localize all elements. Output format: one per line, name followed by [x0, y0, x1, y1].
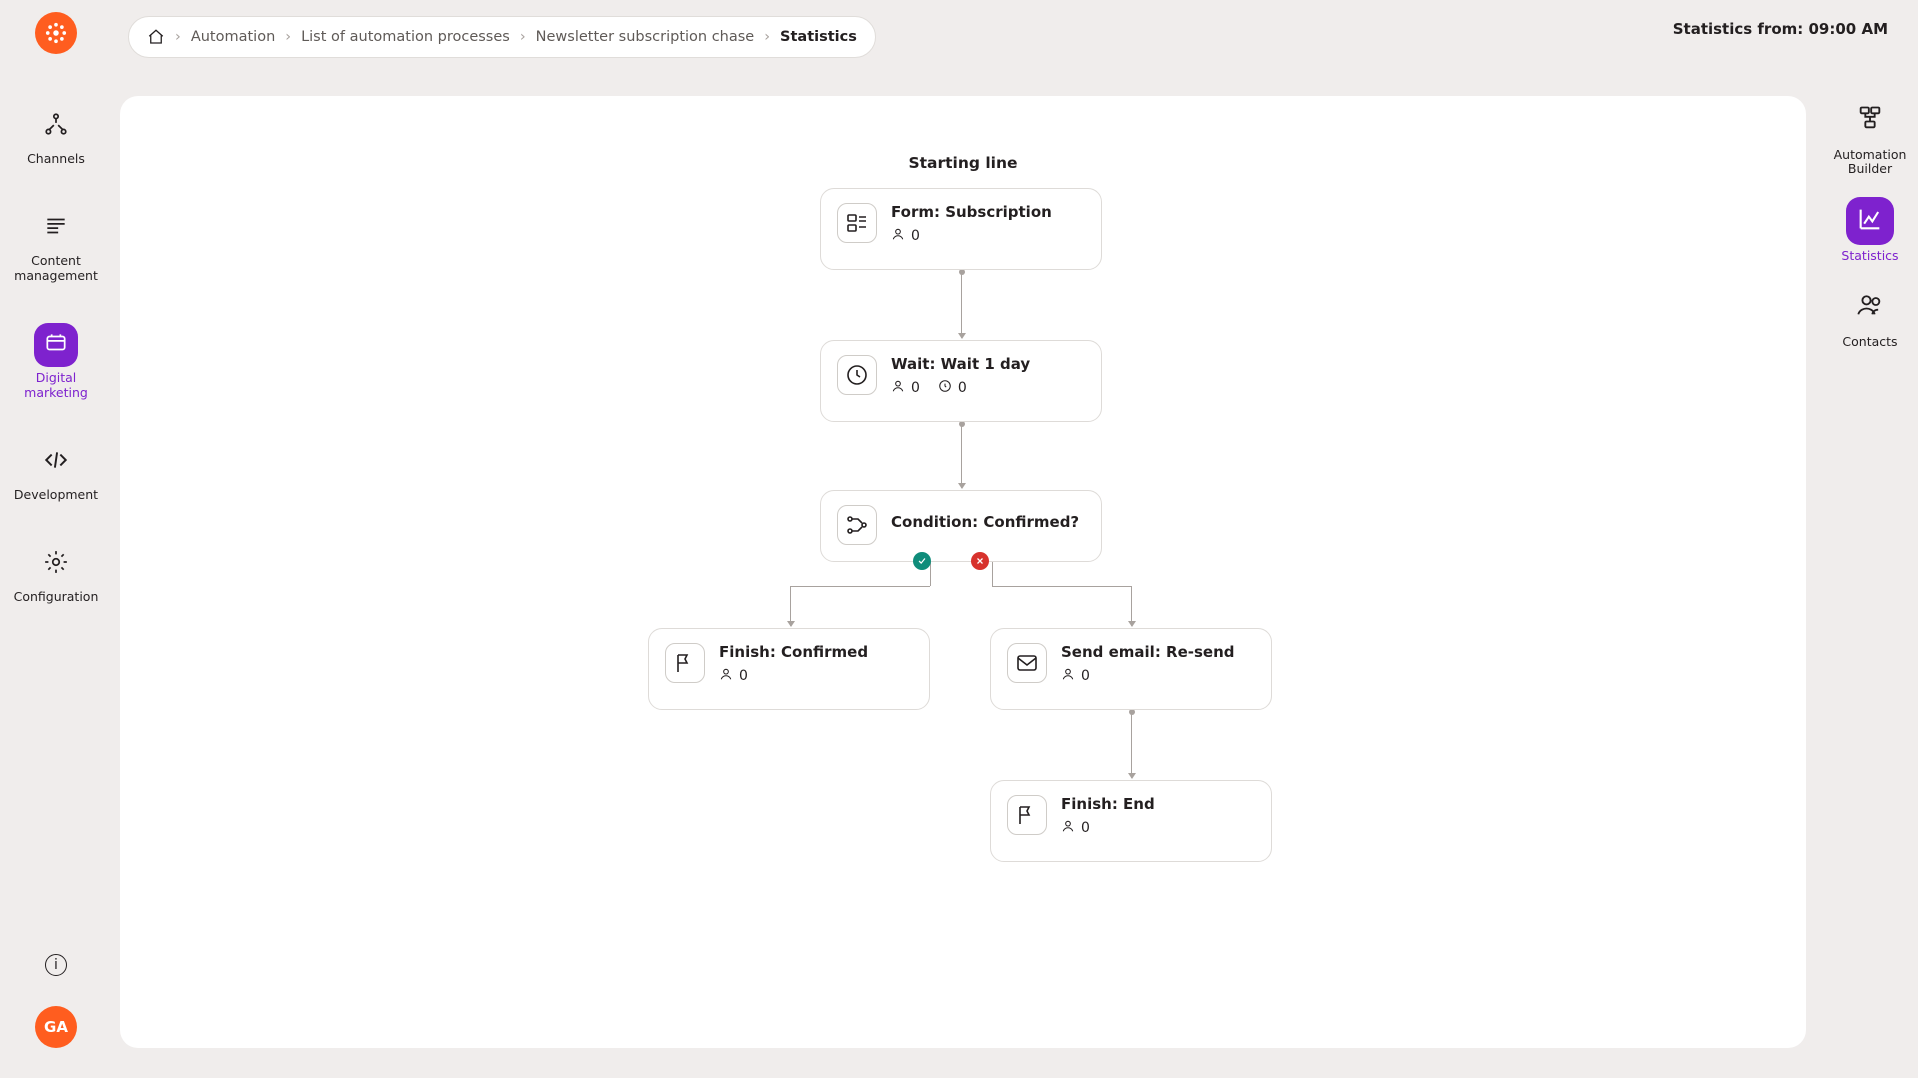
step-finish-confirmed[interactable]: Finish: Confirmed 0 — [648, 628, 930, 710]
step-people-count: 0 — [911, 380, 920, 396]
statistics-from-label: Statistics from: 09:00 AM — [1673, 20, 1888, 38]
chevron-right-icon: › — [520, 29, 526, 45]
step-wait[interactable]: Wait: Wait 1 day 0 0 — [820, 340, 1102, 422]
nav-development[interactable]: Development — [11, 430, 101, 514]
crumb-automation[interactable]: Automation — [191, 29, 275, 45]
app-logo[interactable] — [35, 12, 77, 54]
gear-icon — [43, 549, 69, 579]
crumb-list[interactable]: List of automation processes — [301, 29, 510, 45]
person-icon — [1061, 667, 1075, 685]
contacts-icon — [1856, 291, 1884, 323]
nav-dev-label: Development — [14, 488, 98, 502]
step-title: Form: Subscription — [891, 203, 1085, 221]
connector — [1131, 712, 1132, 778]
starting-line-label: Starting line — [908, 154, 1017, 172]
digital-marketing-icon — [43, 330, 69, 360]
flag-icon — [1007, 795, 1047, 835]
tab-statistics[interactable]: Statistics — [1828, 197, 1912, 263]
step-waiting-count: 0 — [958, 380, 967, 396]
connector — [1131, 586, 1132, 626]
step-title: Send email: Re-send — [1061, 643, 1255, 661]
person-icon — [1061, 819, 1075, 837]
tab-contacts[interactable]: Contacts — [1828, 283, 1912, 349]
person-icon — [719, 667, 733, 685]
nav-configuration[interactable]: Configuration — [11, 532, 101, 616]
tab-automation-builder[interactable]: Automation Builder — [1828, 96, 1912, 177]
mail-icon — [1007, 643, 1047, 683]
connector — [961, 272, 962, 338]
chevron-right-icon: › — [285, 29, 291, 45]
connector — [992, 562, 993, 586]
person-icon — [891, 227, 905, 245]
branch-icon — [837, 505, 877, 545]
clock-icon — [837, 355, 877, 395]
nav-channels-label: Channels — [27, 152, 85, 166]
flow-canvas[interactable]: Starting line Form: Subscription 0 Wai — [120, 96, 1806, 1048]
chevron-right-icon: › — [764, 29, 770, 45]
step-form[interactable]: Form: Subscription 0 — [820, 188, 1102, 270]
step-people-count: 0 — [1081, 668, 1090, 684]
step-finish-end[interactable]: Finish: End 0 — [990, 780, 1272, 862]
condition-yes-badge — [913, 552, 931, 570]
flag-icon — [665, 643, 705, 683]
connector — [992, 586, 1132, 587]
nav-config-label: Configuration — [14, 590, 99, 604]
statistics-icon — [1856, 205, 1884, 237]
channels-icon — [43, 111, 69, 141]
connector — [961, 424, 962, 488]
home-icon[interactable] — [147, 28, 165, 46]
info-icon[interactable]: i — [45, 954, 67, 976]
clock-small-icon — [938, 379, 952, 397]
nav-digital-marketing[interactable]: Digital marketing — [11, 313, 101, 412]
crumb-process[interactable]: Newsletter subscription chase — [536, 29, 755, 45]
chevron-right-icon: › — [175, 29, 181, 45]
contacts-label: Contacts — [1842, 335, 1897, 349]
builder-icon — [1856, 104, 1884, 136]
right-sidebar: Automation Builder Statistics Contacts — [1822, 96, 1918, 350]
left-sidebar: Channels Content management Digital mark… — [0, 0, 112, 1078]
crumb-current: Statistics — [780, 29, 857, 45]
step-title: Finish: Confirmed — [719, 643, 913, 661]
connector — [930, 562, 931, 586]
nav-content[interactable]: Content management — [11, 196, 101, 295]
connector — [790, 586, 930, 587]
step-title: Wait: Wait 1 day — [891, 355, 1085, 373]
builder-label: Automation Builder — [1828, 148, 1912, 177]
nav-channels[interactable]: Channels — [11, 94, 101, 178]
connector — [790, 586, 791, 626]
step-condition[interactable]: Condition: Confirmed? — [820, 490, 1102, 562]
statistics-label: Statistics — [1841, 249, 1898, 263]
user-avatar[interactable]: GA — [35, 1006, 77, 1048]
step-people-count: 0 — [739, 668, 748, 684]
nav-digital-label: Digital marketing — [15, 371, 97, 400]
step-people-count: 0 — [911, 228, 920, 244]
step-send-email[interactable]: Send email: Re-send 0 — [990, 628, 1272, 710]
condition-no-badge — [971, 552, 989, 570]
code-icon — [43, 447, 69, 477]
person-icon — [891, 379, 905, 397]
nav-content-label: Content management — [14, 254, 98, 283]
form-icon — [837, 203, 877, 243]
step-people-count: 0 — [1081, 820, 1090, 836]
breadcrumb: › Automation › List of automation proces… — [128, 16, 876, 58]
step-title: Finish: End — [1061, 795, 1255, 813]
step-title: Condition: Confirmed? — [891, 513, 1085, 531]
content-icon — [43, 213, 69, 243]
